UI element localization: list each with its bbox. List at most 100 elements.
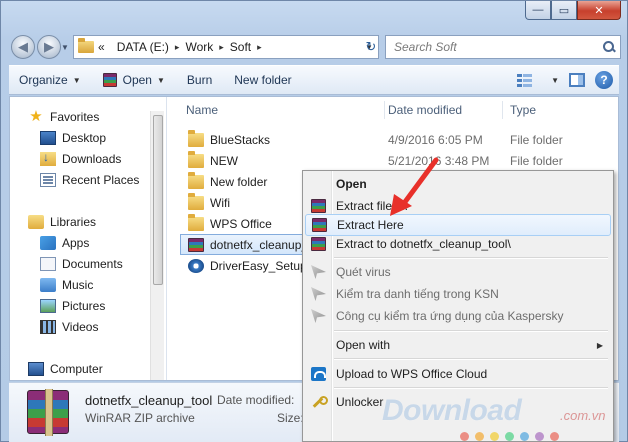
watermark-dot <box>460 432 469 441</box>
refresh-icon: ↻ <box>365 39 377 54</box>
watermark-dot <box>475 432 484 441</box>
breadcrumb-work[interactable]: Work <box>185 40 213 54</box>
help-icon: ? <box>600 73 608 87</box>
winrar-icon <box>312 218 327 232</box>
file-row-selected[interactable]: dotnetfx_cleanup_ <box>180 234 309 255</box>
column-label: Date modified <box>388 103 463 117</box>
back-button[interactable]: ◀ <box>11 35 35 59</box>
sidebar-item-documents[interactable]: Documents <box>40 254 123 274</box>
breadcrumb-soft[interactable]: Soft <box>230 40 251 54</box>
menu-item-open[interactable]: Open <box>305 173 611 195</box>
pane-splitter[interactable] <box>166 97 170 380</box>
forward-button[interactable]: ▶ <box>37 35 61 59</box>
watermark-domain: .com.vn <box>560 408 606 423</box>
apps-icon <box>40 236 56 250</box>
menu-separator <box>334 330 608 332</box>
search-placeholder: Search Soft <box>394 40 457 54</box>
file-name: dotnetfx_cleanup_ <box>210 237 309 252</box>
file-name: Wifi <box>210 195 230 210</box>
minimize-button[interactable]: — <box>525 1 551 20</box>
sidebar-item-music[interactable]: Music <box>40 275 93 295</box>
menu-item-wps-cloud[interactable]: Upload to WPS Office Cloud <box>305 363 611 385</box>
menu-item-ksn-check[interactable]: Kiểm tra danh tiếng trong KSN <box>305 283 611 305</box>
open-button[interactable]: Open ▼ <box>102 73 165 87</box>
file-type: File folder <box>510 132 563 147</box>
burn-label: Burn <box>186 73 213 87</box>
caption-buttons: — ▭ ✕ <box>525 1 621 21</box>
organize-button[interactable]: Organize ▼ <box>19 73 81 87</box>
details-size-label: Size: <box>277 411 304 425</box>
view-options-dropdown[interactable]: ▼ <box>551 76 559 85</box>
breadcrumb-separator[interactable]: ▸ <box>175 42 180 53</box>
sidebar-label: Documents <box>62 257 123 271</box>
breadcrumb-separator[interactable]: ▸ <box>257 42 262 53</box>
menu-item-open-with[interactable]: Open with ▶ <box>305 334 611 356</box>
sidebar-label: Libraries <box>50 215 97 229</box>
file-row[interactable]: BlueStacks 4/9/2016 6:05 PM File folder <box>172 129 618 150</box>
new-folder-button[interactable]: New folder <box>234 73 291 87</box>
address-bar[interactable]: « DATA (E:) ▸ Work ▸ Soft ▸ ▼ <box>73 35 379 59</box>
folder-icon <box>188 171 204 189</box>
sidebar-label: Desktop <box>62 131 107 145</box>
sidebar-label: Music <box>62 278 94 292</box>
annotation-arrow-icon <box>390 157 439 216</box>
menu-item-kaspersky-tool[interactable]: Công cụ kiểm tra ứng dụng của Kaspersky <box>305 305 611 327</box>
file-name: New folder <box>210 174 268 189</box>
menu-item-scan-virus[interactable]: Quét virus <box>305 261 611 283</box>
folder-icon <box>188 192 204 210</box>
column-separator[interactable] <box>502 101 503 119</box>
search-input[interactable]: Search Soft <box>385 35 621 59</box>
column-separator[interactable] <box>384 101 385 119</box>
help-button[interactable]: ? <box>595 71 613 89</box>
watermark-dot <box>535 432 544 441</box>
toolbar-right: ▼ ? <box>516 71 619 89</box>
sidebar-item-apps[interactable]: Apps <box>40 233 89 253</box>
sidebar-item-libraries[interactable]: Libraries <box>28 212 96 232</box>
winrar-icon <box>311 199 326 213</box>
view-icon <box>517 74 533 87</box>
column-header-date[interactable]: Date modified <box>388 97 462 123</box>
menu-label: Kiểm tra danh tiếng trong KSN <box>336 287 499 301</box>
breadcrumb-drive[interactable]: DATA (E:) <box>117 40 169 54</box>
file-name: WPS Office <box>210 216 272 231</box>
menu-item-extract-to[interactable]: Extract to dotnetfx_cleanup_tool\ <box>305 233 611 255</box>
file-date: 4/9/2016 6:05 PM <box>388 132 483 147</box>
breadcrumb-overflow[interactable]: « <box>98 40 105 54</box>
breadcrumb-separator[interactable]: ▸ <box>219 42 224 53</box>
menu-label: Quét virus <box>336 265 391 279</box>
command-bar: Organize ▼ Open ▼ Burn New folder ▼ ? <box>9 65 619 95</box>
sidebar-item-desktop[interactable]: Desktop <box>40 128 106 148</box>
scrollbar-thumb[interactable] <box>153 115 163 285</box>
sidebar-item-favorites[interactable]: ★ Favorites <box>28 107 99 127</box>
column-header-name[interactable]: Name <box>186 97 218 123</box>
sidebar-label: Videos <box>62 320 99 334</box>
sidebar-item-recent[interactable]: Recent Places <box>40 170 139 190</box>
sidebar-scrollbar[interactable] <box>150 111 164 380</box>
winrar-archive-icon <box>188 237 204 252</box>
music-icon <box>40 278 56 292</box>
sidebar-label: Pictures <box>62 299 106 313</box>
details-file-type: WinRAR ZIP archive <box>85 411 195 425</box>
maximize-button[interactable]: ▭ <box>551 1 577 20</box>
menu-separator <box>334 257 608 259</box>
sidebar-item-videos[interactable]: Videos <box>40 317 98 337</box>
file-name: NEW <box>210 153 238 168</box>
watermark-dot <box>520 432 529 441</box>
sidebar-item-pictures[interactable]: Pictures <box>40 296 105 316</box>
sidebar-label: Apps <box>62 236 90 250</box>
column-header-type[interactable]: Type <box>510 97 536 123</box>
menu-label: Extract Here <box>337 218 404 232</box>
burn-button[interactable]: Burn <box>187 73 212 87</box>
sidebar-item-computer[interactable]: Computer <box>28 359 103 379</box>
desktop-icon <box>40 131 56 145</box>
recent-pages-button[interactable]: ▼ <box>61 43 69 52</box>
watermark-dot <box>550 432 559 441</box>
details-file-name: dotnetfx_cleanup_tool <box>85 393 213 408</box>
close-button[interactable]: ✕ <box>577 1 621 20</box>
menu-label: Công cụ kiểm tra ứng dụng của Kaspersky <box>336 309 564 323</box>
sidebar-item-downloads[interactable]: Downloads <box>40 149 121 169</box>
change-view-button[interactable] <box>516 72 536 88</box>
search-icon[interactable] <box>600 40 620 54</box>
refresh-button[interactable]: ↻ <box>361 36 381 58</box>
preview-pane-button[interactable] <box>569 73 585 87</box>
